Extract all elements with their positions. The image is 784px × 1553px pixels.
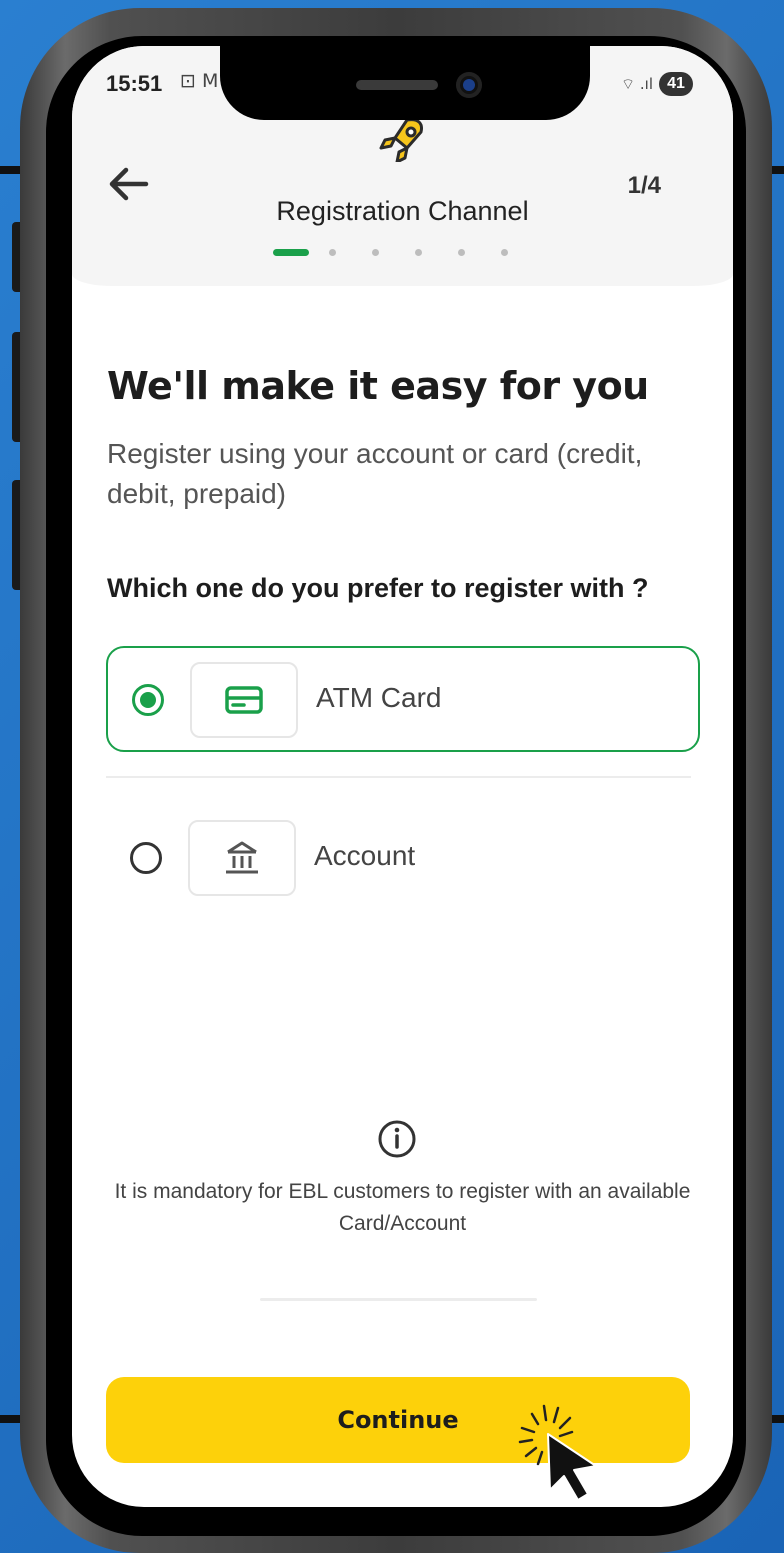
- info-icon: [378, 1120, 416, 1158]
- divider: [106, 776, 691, 778]
- app-screen: Registration Channel 1/4 15:51 ⊡ M ⌔ .ıl…: [72, 46, 733, 1507]
- notification-icons: ⊡ M: [180, 70, 219, 92]
- progress-dots: [273, 249, 508, 256]
- option-icon-box: [188, 820, 296, 896]
- progress-dot: [501, 249, 508, 256]
- progress-dot: [329, 249, 336, 256]
- progress-dot: [458, 249, 465, 256]
- status-time: 15:51: [106, 71, 163, 96]
- main-heading: We'll make it easy for you: [107, 364, 649, 408]
- card-icon: [225, 686, 263, 714]
- info-text: It is mandatory for EBL customers to reg…: [114, 1180, 691, 1235]
- option-atm-card[interactable]: ATM Card: [106, 646, 700, 752]
- step-counter: 1/4: [627, 172, 661, 199]
- radio-unselected[interactable]: [130, 842, 162, 874]
- radio-selected[interactable]: [132, 684, 164, 716]
- question-label: Which one do you prefer to register with…: [107, 573, 649, 603]
- click-cursor-icon: [518, 1404, 597, 1501]
- progress-dot-active: [273, 249, 309, 256]
- speaker: [356, 80, 438, 90]
- notch: [220, 46, 590, 120]
- progress-dot: [372, 249, 379, 256]
- subtext: Register using your account or card (cre…: [107, 438, 643, 509]
- separator-bar: [260, 1298, 537, 1301]
- page-title: Registration Channel: [276, 196, 529, 226]
- option-account[interactable]: Account: [106, 806, 700, 912]
- front-camera: [456, 72, 482, 98]
- option-label: Account: [314, 840, 416, 871]
- rocket-icon: [379, 118, 423, 162]
- status-right: ⌔ .ıl 41: [621, 72, 693, 96]
- option-icon-box: [190, 662, 298, 738]
- wifi-signal-icon: ⌔ .ıl: [621, 74, 653, 93]
- option-label: ATM Card: [316, 682, 442, 713]
- progress-dot: [415, 249, 422, 256]
- bank-icon: [226, 841, 258, 874]
- battery-icon: 41: [659, 72, 693, 96]
